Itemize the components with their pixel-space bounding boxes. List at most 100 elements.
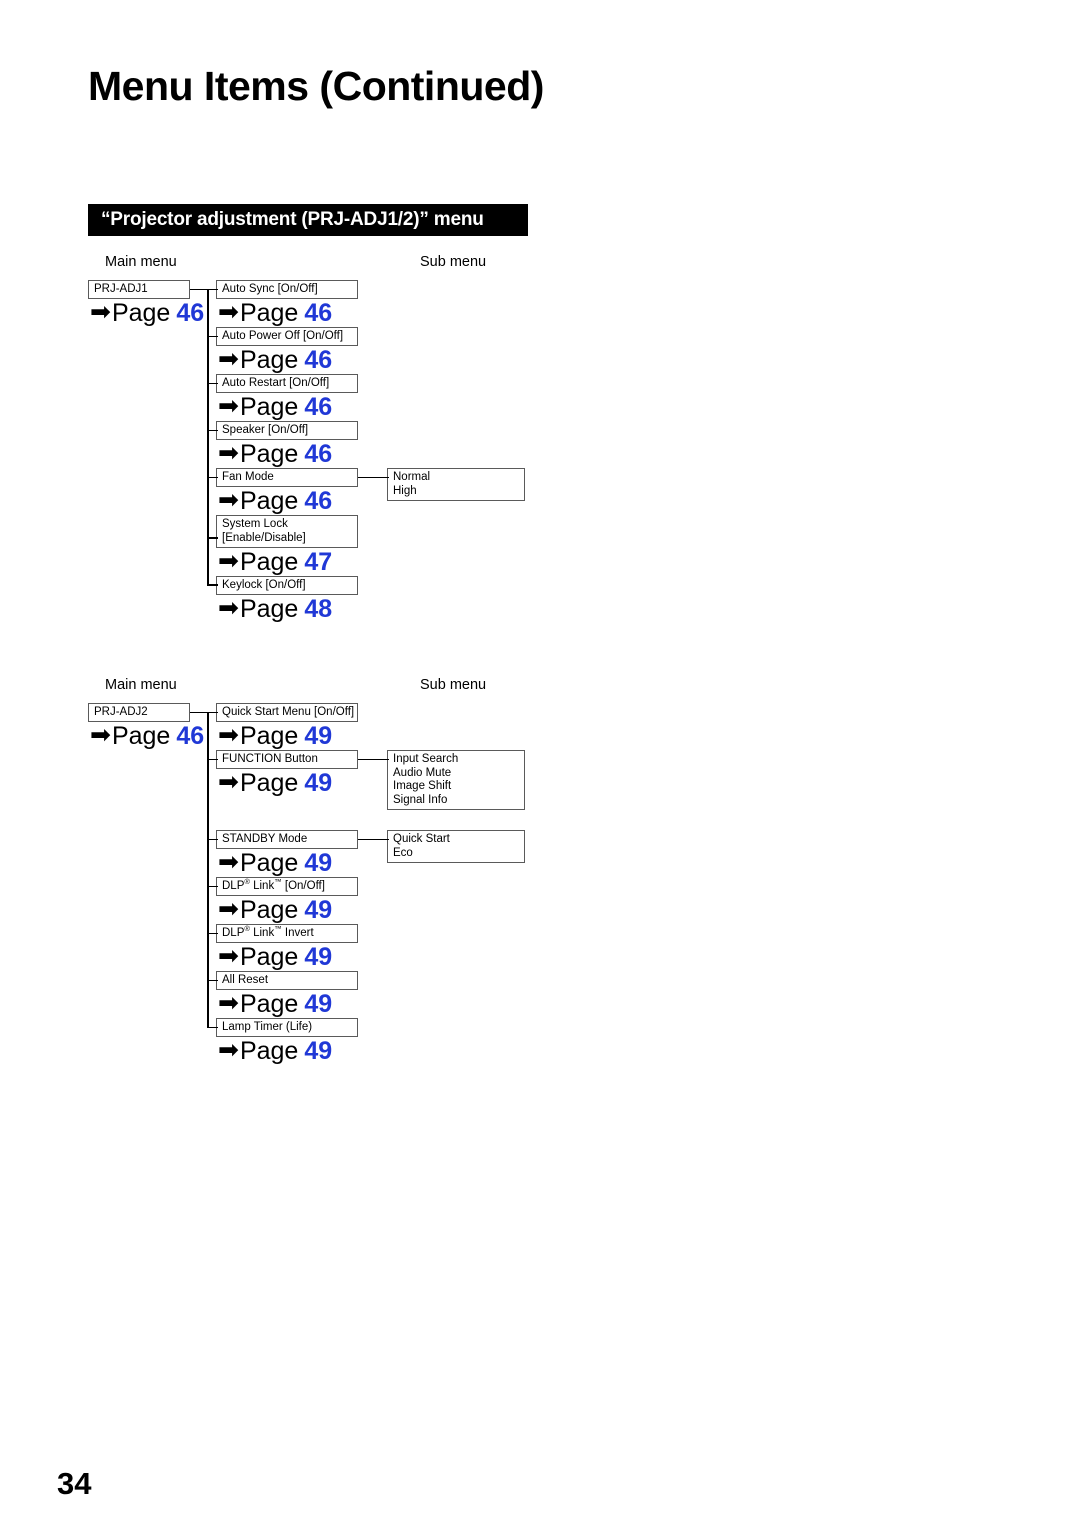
submenu-page-reference: ➡Page 47 xyxy=(218,547,333,576)
page-word: Page xyxy=(239,547,299,576)
menu-box-line: High xyxy=(393,484,417,497)
arrow-right-icon: ➡ xyxy=(218,486,239,514)
registered-icon: ® xyxy=(244,877,250,887)
submenu-box: Auto Power Off [On/Off] xyxy=(216,327,358,346)
page-word: Page xyxy=(239,769,299,797)
main-menu-page-reference: ➡Page 46 xyxy=(90,298,205,327)
trademark-icon: ™ xyxy=(274,924,282,934)
submenu-page-reference: ➡Page 48 xyxy=(218,593,333,623)
connector-line-horizontal xyxy=(190,288,209,291)
main-menu-box: PRJ-ADJ2 xyxy=(88,703,190,722)
menu-box-line: Auto Sync [On/Off] xyxy=(222,283,318,295)
arrow-right-icon: ➡ xyxy=(218,392,239,420)
menu-box-line: Auto Power Off [On/Off] xyxy=(222,330,344,342)
submenu-page-reference: ➡Page 46 xyxy=(218,486,333,515)
page-word: Page xyxy=(239,849,299,877)
submenu-page-reference: ➡Page 49 xyxy=(218,721,333,750)
menu-box-line: Lamp Timer (Life) xyxy=(222,1021,313,1033)
submenu-box: Lamp Timer (Life) xyxy=(216,1018,358,1037)
submenu-options-box: Input Search Audio Mute Image Shift Signal … xyxy=(387,750,525,810)
menu-box-line: PRJ-ADJ1 xyxy=(94,283,148,295)
page-title: Menu Items (Continued) xyxy=(88,63,544,109)
submenu-box: Fan Mode xyxy=(216,468,358,487)
page-number-value: 46 xyxy=(176,299,205,327)
submenu-box: Auto Sync [On/Off] xyxy=(216,280,358,299)
arrow-right-icon: ➡ xyxy=(218,298,239,326)
trademark-icon: ™ xyxy=(274,877,282,887)
submenu-page-reference: ➡Page 49 xyxy=(218,943,332,971)
main-menu-label: Main menu xyxy=(105,254,177,270)
arrow-right-icon: ➡ xyxy=(218,593,239,622)
menu-box-line: FUNCTION Button xyxy=(222,753,318,765)
connector-line-horizontal xyxy=(358,476,389,479)
arrow-right-icon: ➡ xyxy=(90,298,111,326)
page-word: Page xyxy=(239,1037,299,1065)
sub-menu-label: Sub menu xyxy=(420,677,487,693)
page-number-value: 49 xyxy=(304,769,333,797)
submenu-box: Quick Start Menu [On/Off] xyxy=(216,703,358,722)
page-word: Page xyxy=(239,896,299,924)
submenu-page-reference: ➡Page 46 xyxy=(218,439,333,468)
submenu-box: STANDBY Mode xyxy=(216,830,358,849)
connector-line-vertical xyxy=(207,289,209,585)
arrow-right-icon: ➡ xyxy=(218,768,239,796)
submenu-box: System Lock [Enable/Disable] xyxy=(216,515,358,548)
menu-box-line: System Lock xyxy=(222,518,288,530)
submenu-page-reference: ➡Page 49 xyxy=(218,991,332,1017)
section-banner: “Projector adjustment (PRJ-ADJ1/2)” menu xyxy=(88,204,528,236)
page-number-value: 46 xyxy=(304,346,333,374)
menu-box-line: Input Search xyxy=(393,753,459,765)
page-number-value: 46 xyxy=(304,393,333,421)
submenu-page-reference: ➡Page 46 xyxy=(218,392,333,421)
main-menu-box: PRJ-ADJ1 xyxy=(88,280,190,299)
menu-box-line: [Enable/Disable] xyxy=(222,531,306,544)
arrow-right-icon: ➡ xyxy=(218,1036,239,1064)
submenu-box: FUNCTION Button xyxy=(216,750,358,769)
menu-box-line: DLP® Link™ [On/Off] xyxy=(222,877,325,892)
menu-box-line: PRJ-ADJ2 xyxy=(94,706,148,718)
page-number-value: 48 xyxy=(304,594,333,623)
page-number-value: 46 xyxy=(304,440,333,468)
menu-box-line: Quick Start Menu [On/Off] xyxy=(222,706,355,718)
submenu-page-reference: ➡Page 49 xyxy=(218,768,333,797)
page-number-value: 49 xyxy=(304,1037,333,1065)
submenu-box: All Reset xyxy=(216,971,358,990)
page-word: Page xyxy=(239,487,299,515)
submenu-page-reference: ➡Page 49 xyxy=(218,848,333,877)
page-number-value: 47 xyxy=(304,547,333,576)
connector-line-vertical xyxy=(207,712,209,1028)
connector-line-horizontal xyxy=(190,711,209,714)
page-word: Page xyxy=(111,299,171,327)
menu-box-line: DLP® Link™ Invert xyxy=(222,924,314,939)
arrow-right-icon: ➡ xyxy=(218,848,239,876)
sub-menu-label: Sub menu xyxy=(420,254,487,270)
page-word: Page xyxy=(239,722,299,750)
page-number-value: 46 xyxy=(304,487,333,515)
page-number-value: 46 xyxy=(176,722,205,750)
arrow-right-icon: ➡ xyxy=(218,721,239,749)
submenu-page-reference: ➡Page 46 xyxy=(218,345,333,374)
page-number-value: 49 xyxy=(304,896,333,924)
submenu-page-reference: ➡Page 49 xyxy=(218,1036,333,1065)
arrow-right-icon: ➡ xyxy=(218,345,239,373)
page-word: Page xyxy=(239,346,299,374)
arrow-right-icon: ➡ xyxy=(218,439,239,467)
menu-box-line: Eco xyxy=(393,846,413,859)
page-number-value: 49 xyxy=(304,849,333,877)
submenu-options-box: Normal High xyxy=(387,468,525,501)
page-number-value: 49 xyxy=(304,722,333,750)
submenu-box: Speaker [On/Off] xyxy=(216,421,358,440)
menu-box-line: Auto Restart [On/Off] xyxy=(222,377,330,389)
connector-line-horizontal xyxy=(358,758,389,761)
arrow-right-icon: ➡ xyxy=(90,721,111,749)
submenu-box: DLP® Link™ [On/Off] xyxy=(216,877,358,896)
submenu-page-reference: ➡Page 49 xyxy=(218,895,333,924)
submenu-box: Keylock [On/Off] xyxy=(216,575,358,595)
menu-box-line: Audio Mute xyxy=(393,766,452,779)
arrow-right-icon: ➡ xyxy=(218,895,239,923)
main-menu-page-reference: ➡Page 46 xyxy=(90,721,205,750)
page-word: Page xyxy=(239,393,299,421)
page-word: Page xyxy=(239,299,299,327)
submenu-box: Auto Restart [On/Off] xyxy=(216,374,358,393)
page-word: Page xyxy=(239,943,299,971)
